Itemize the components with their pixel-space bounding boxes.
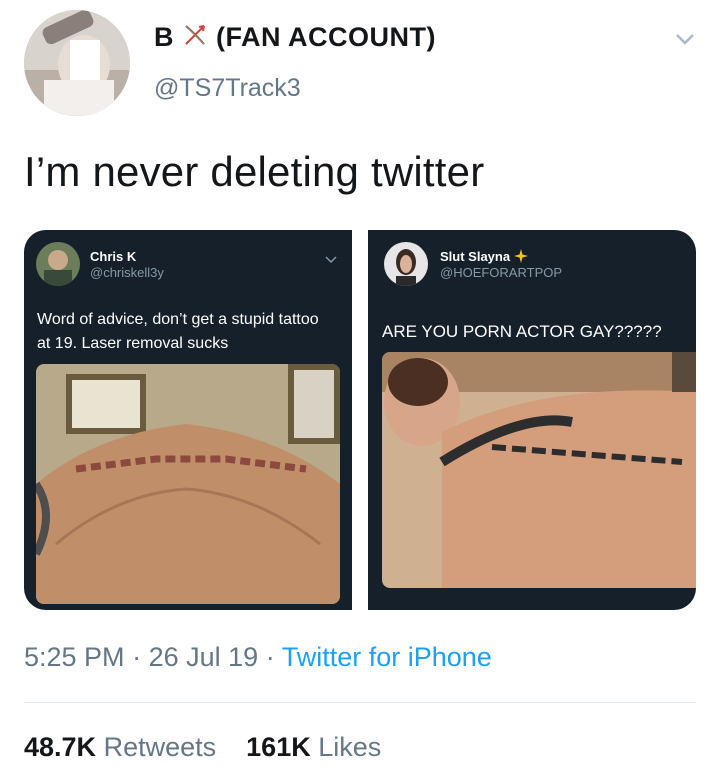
tattoo-photo <box>36 364 340 604</box>
tattoo-photo <box>382 352 696 588</box>
likes-stat[interactable]: 161K Likes <box>246 732 381 762</box>
chevron-down-icon <box>324 252 338 270</box>
embedded-handle: @chriskell3y <box>90 265 164 280</box>
avatar-photo <box>24 10 130 116</box>
meta-separator: · <box>132 642 142 672</box>
embedded-text-line-2: at 19. Laser removal sucks <box>37 335 229 352</box>
avatar <box>36 242 80 286</box>
embedded-screenshot-2[interactable]: Slut Slayna @HOEFORARTPOP ARE YOU PORN A… <box>368 230 696 610</box>
sparkles-icon <box>514 249 529 266</box>
embedded-screenshot-1[interactable]: Chris K @chriskell3y Word of advice, don… <box>24 230 352 610</box>
embedded-display-name-row: Slut Slayna <box>440 249 529 266</box>
tweet-source-link[interactable]: Twitter for iPhone <box>282 642 492 672</box>
likes-label: Likes <box>318 732 382 762</box>
retweets-stat[interactable]: 48.7K Retweets <box>24 732 216 762</box>
likes-count: 161K <box>246 732 311 762</box>
tweet-time[interactable]: 5:25 PM <box>24 642 125 672</box>
retweets-label: Retweets <box>103 732 217 762</box>
display-name-suffix[interactable]: (FAN ACCOUNT) <box>216 22 436 53</box>
embedded-display-name: Chris K <box>90 249 137 264</box>
user-handle[interactable]: @TS7Track3 <box>154 74 301 103</box>
meta-separator: · <box>265 642 275 672</box>
bow-and-arrow-icon <box>182 22 208 53</box>
chevron-down-icon[interactable] <box>672 26 698 52</box>
display-name[interactable]: B <box>154 22 174 53</box>
embedded-text-line-1: Word of advice, don’t get a stupid tatto… <box>37 311 319 328</box>
tweet-date[interactable]: 26 Jul 19 <box>149 642 259 672</box>
tweet-text: I’m never deleting twitter <box>24 148 485 195</box>
embedded-handle: @HOEFORARTPOP <box>440 265 563 280</box>
divider <box>24 702 696 703</box>
tweet-meta: 5:25 PM · 26 Jul 19 · Twitter for iPhone <box>24 642 492 673</box>
tweet-stats: 48.7K Retweets 161K Likes <box>24 732 381 763</box>
retweets-count: 48.7K <box>24 732 97 762</box>
display-name-row[interactable]: B (FAN ACCOUNT) <box>154 22 436 53</box>
avatar <box>384 242 428 286</box>
embedded-display-name: Slut Slayna <box>440 249 511 264</box>
embedded-text: ARE YOU PORN ACTOR GAY????? <box>382 322 662 341</box>
avatar[interactable] <box>24 10 130 116</box>
